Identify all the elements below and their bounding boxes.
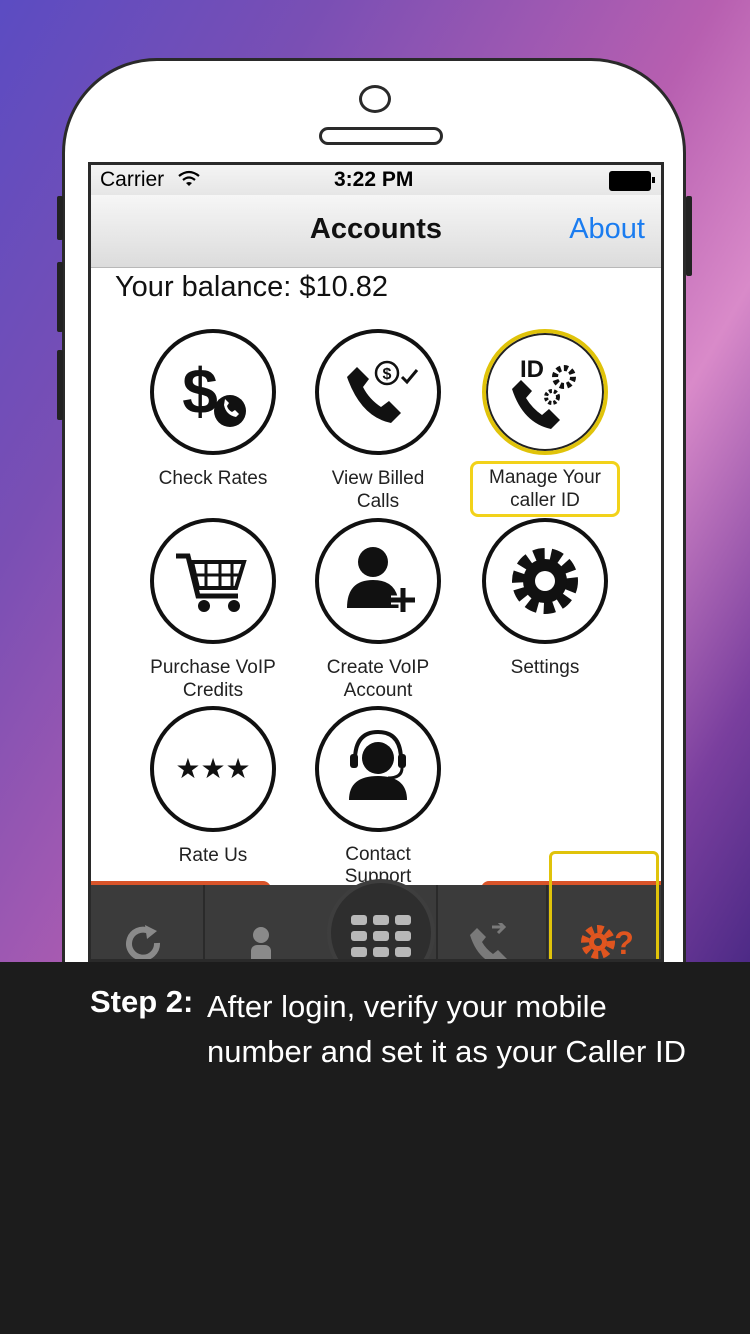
balance-label: Your balance: $10.82 — [115, 271, 389, 303]
view-billed-calls-tile[interactable]: $ View Billed Calls — [293, 329, 463, 513]
phone-screen: Carrier 3:22 PM Accounts About Your bala… — [88, 162, 664, 962]
purchase-credits-circle — [150, 518, 276, 644]
contact-support-tile[interactable]: Contact Support — [293, 706, 463, 888]
status-bar: Carrier 3:22 PM — [91, 165, 661, 195]
svg-text:$: $ — [383, 366, 392, 383]
cart-icon — [176, 553, 247, 612]
manage-caller-id-label: Manage Your caller ID — [470, 461, 620, 517]
dollar-phone-icon: $ — [182, 355, 246, 427]
rate-us-label: Rate Us — [178, 845, 248, 866]
settings-label: Settings — [510, 657, 580, 678]
view-billed-calls-circle: $ — [315, 329, 441, 455]
power-button — [686, 196, 692, 276]
volume-down-button — [57, 350, 63, 420]
battery-icon — [609, 171, 655, 191]
check-rates-tile[interactable]: $ Check Rates — [128, 329, 298, 490]
clock: 3:22 PM — [334, 168, 414, 191]
about-button[interactable]: About — [569, 213, 645, 246]
rate-us-tile[interactable]: ★★★ Rate Us — [128, 706, 298, 867]
svg-text:$: $ — [182, 355, 218, 427]
contact-support-circle — [315, 706, 441, 832]
create-account-circle — [315, 518, 441, 644]
keypad-icon — [351, 915, 411, 957]
step-label: Step 2: — [90, 984, 194, 1019]
phone-billed-icon: $ — [347, 360, 419, 423]
step-instruction: After login, verify your mobile number a… — [207, 989, 686, 1069]
manage-caller-id-tile[interactable]: ID Manage Your caller ID — [460, 329, 630, 517]
purchase-credits-tile[interactable]: Purchase VoIP Credits — [128, 518, 298, 702]
carrier-label: Carrier — [100, 168, 165, 191]
call-log-icon[interactable] — [466, 923, 510, 962]
gear-icon — [512, 548, 578, 614]
stars-icon: ★★★ — [175, 752, 250, 785]
svg-text:?: ? — [614, 925, 634, 961]
svg-text:ID: ID — [520, 356, 544, 383]
purchase-credits-label: Purchase VoIP Credits — [150, 657, 276, 701]
volume-up-button — [57, 262, 63, 332]
refresh-icon[interactable] — [121, 923, 167, 962]
contacts-icon[interactable] — [246, 925, 276, 962]
create-account-tile[interactable]: Create VoIP Account — [293, 518, 463, 702]
settings-tile[interactable]: Settings — [460, 518, 630, 679]
settings-circle — [482, 518, 608, 644]
create-account-label: Create VoIP Account — [326, 657, 430, 701]
caller-id-gear-icon: ID — [512, 356, 576, 429]
rate-us-circle: ★★★ — [150, 706, 276, 832]
camera-icon — [359, 85, 391, 113]
account-settings-tab[interactable]: ? — [549, 851, 659, 961]
keypad-tab[interactable] — [327, 879, 435, 959]
account-settings-icon: ? — [581, 925, 634, 961]
navigation-bar: Accounts About — [91, 195, 661, 268]
add-user-icon — [347, 547, 415, 612]
headset-icon — [349, 729, 407, 800]
mute-switch — [57, 196, 63, 240]
check-rates-circle: $ — [150, 329, 276, 455]
svg-text:★★★: ★★★ — [175, 752, 250, 785]
check-rates-label: Check Rates — [158, 468, 268, 489]
manage-caller-id-circle: ID — [482, 329, 608, 455]
view-billed-calls-label: View Billed Calls — [331, 468, 425, 512]
speaker-grille — [319, 127, 443, 145]
tab-bar: ? — [91, 851, 661, 962]
wifi-icon — [178, 170, 200, 186]
